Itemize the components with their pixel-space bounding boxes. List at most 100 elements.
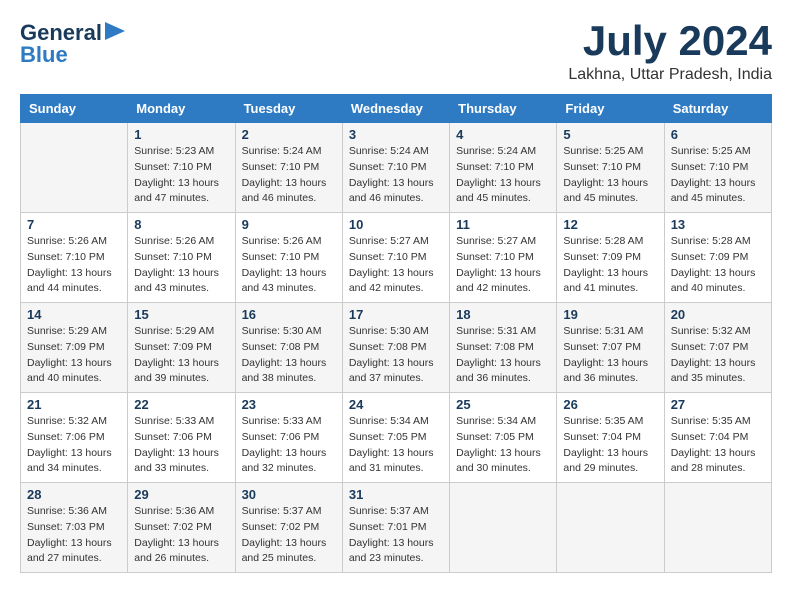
calendar-cell: 10 Sunrise: 5:27 AMSunset: 7:10 PMDayligh… xyxy=(342,213,449,303)
calendar-table: SundayMondayTuesdayWednesdayThursdayFrid… xyxy=(20,94,772,573)
calendar-cell: 7 Sunrise: 5:26 AMSunset: 7:10 PMDaylight… xyxy=(21,213,128,303)
day-info: Sunrise: 5:26 AMSunset: 7:10 PMDaylight:… xyxy=(134,234,228,297)
day-number: 2 xyxy=(242,127,336,142)
day-number: 15 xyxy=(134,307,228,322)
day-number: 3 xyxy=(349,127,443,142)
day-info: Sunrise: 5:24 AMSunset: 7:10 PMDaylight:… xyxy=(242,144,336,207)
day-number: 9 xyxy=(242,217,336,232)
calendar-cell: 21 Sunrise: 5:32 AMSunset: 7:06 PMDayligh… xyxy=(21,393,128,483)
calendar-cell xyxy=(664,483,771,573)
day-number: 6 xyxy=(671,127,765,142)
calendar-cell: 13Sunrise: 5:28 AMSunset: 7:09 PMDayligh… xyxy=(664,213,771,303)
calendar-cell: 22 Sunrise: 5:33 AMSunset: 7:06 PMDayligh… xyxy=(128,393,235,483)
week-row-4: 21 Sunrise: 5:32 AMSunset: 7:06 PMDayligh… xyxy=(21,393,772,483)
week-row-3: 14 Sunrise: 5:29 AMSunset: 7:09 PMDayligh… xyxy=(21,303,772,393)
logo: General Blue xyxy=(20,20,127,67)
day-info: Sunrise: 5:28 AMSunset: 7:09 PMDaylight:… xyxy=(563,234,657,297)
logo-text-blue: Blue xyxy=(20,43,68,67)
day-number: 14 xyxy=(27,307,121,322)
month-title: July 2024 xyxy=(568,20,772,62)
calendar-cell xyxy=(21,123,128,213)
day-info: Sunrise: 5:24 AMSunset: 7:10 PMDaylight:… xyxy=(456,144,550,207)
calendar-cell: 26 Sunrise: 5:35 AMSunset: 7:04 PMDayligh… xyxy=(557,393,664,483)
week-row-2: 7 Sunrise: 5:26 AMSunset: 7:10 PMDaylight… xyxy=(21,213,772,303)
day-info: Sunrise: 5:25 AMSunset: 7:10 PMDaylight:… xyxy=(563,144,657,207)
col-header-wednesday: Wednesday xyxy=(342,95,449,123)
day-number: 21 xyxy=(27,397,121,412)
day-info: Sunrise: 5:31 AMSunset: 7:07 PMDaylight:… xyxy=(563,324,657,387)
calendar-cell: 5 Sunrise: 5:25 AMSunset: 7:10 PMDaylight… xyxy=(557,123,664,213)
day-info: Sunrise: 5:36 AMSunset: 7:02 PMDaylight:… xyxy=(134,504,228,567)
day-number: 23 xyxy=(242,397,336,412)
calendar-cell: 11Sunrise: 5:27 AMSunset: 7:10 PMDayligh… xyxy=(450,213,557,303)
day-info: Sunrise: 5:34 AMSunset: 7:05 PMDaylight:… xyxy=(349,414,443,477)
logo-arrow-icon xyxy=(105,20,127,42)
day-info: Sunrise: 5:27 AMSunset: 7:10 PMDaylight:… xyxy=(349,234,443,297)
day-number: 5 xyxy=(563,127,657,142)
day-info: Sunrise: 5:36 AMSunset: 7:03 PMDaylight:… xyxy=(27,504,121,567)
calendar-cell: 20Sunrise: 5:32 AMSunset: 7:07 PMDayligh… xyxy=(664,303,771,393)
day-number: 27 xyxy=(671,397,765,412)
day-info: Sunrise: 5:35 AMSunset: 7:04 PMDaylight:… xyxy=(563,414,657,477)
col-header-tuesday: Tuesday xyxy=(235,95,342,123)
calendar-cell: 2 Sunrise: 5:24 AMSunset: 7:10 PMDaylight… xyxy=(235,123,342,213)
location-title: Lakhna, Uttar Pradesh, India xyxy=(568,66,772,84)
col-header-saturday: Saturday xyxy=(664,95,771,123)
day-number: 31 xyxy=(349,487,443,502)
calendar-cell: 15 Sunrise: 5:29 AMSunset: 7:09 PMDayligh… xyxy=(128,303,235,393)
calendar-cell: 28 Sunrise: 5:36 AMSunset: 7:03 PMDayligh… xyxy=(21,483,128,573)
day-number: 16 xyxy=(242,307,336,322)
day-number: 25 xyxy=(456,397,550,412)
calendar-cell: 30 Sunrise: 5:37 AMSunset: 7:02 PMDayligh… xyxy=(235,483,342,573)
day-number: 12 xyxy=(563,217,657,232)
calendar-cell: 3 Sunrise: 5:24 AMSunset: 7:10 PMDaylight… xyxy=(342,123,449,213)
day-number: 29 xyxy=(134,487,228,502)
day-info: Sunrise: 5:29 AMSunset: 7:09 PMDaylight:… xyxy=(134,324,228,387)
day-info: Sunrise: 5:26 AMSunset: 7:10 PMDaylight:… xyxy=(27,234,121,297)
calendar-cell: 6 Sunrise: 5:25 AMSunset: 7:10 PMDaylight… xyxy=(664,123,771,213)
day-number: 24 xyxy=(349,397,443,412)
calendar-cell: 4 Sunrise: 5:24 AMSunset: 7:10 PMDaylight… xyxy=(450,123,557,213)
calendar-cell: 31 Sunrise: 5:37 AMSunset: 7:01 PMDayligh… xyxy=(342,483,449,573)
calendar-cell: 16Sunrise: 5:30 AMSunset: 7:08 PMDayligh… xyxy=(235,303,342,393)
day-info: Sunrise: 5:29 AMSunset: 7:09 PMDaylight:… xyxy=(27,324,121,387)
page-header: General Blue July 2024 Lakhna, Uttar Pra… xyxy=(20,20,772,84)
calendar-cell: 12 Sunrise: 5:28 AMSunset: 7:09 PMDayligh… xyxy=(557,213,664,303)
day-info: Sunrise: 5:32 AMSunset: 7:06 PMDaylight:… xyxy=(27,414,121,477)
col-header-friday: Friday xyxy=(557,95,664,123)
day-number: 4 xyxy=(456,127,550,142)
day-info: Sunrise: 5:33 AMSunset: 7:06 PMDaylight:… xyxy=(242,414,336,477)
day-number: 7 xyxy=(27,217,121,232)
calendar-cell: 14 Sunrise: 5:29 AMSunset: 7:09 PMDayligh… xyxy=(21,303,128,393)
day-number: 13 xyxy=(671,217,765,232)
calendar-cell: 29 Sunrise: 5:36 AMSunset: 7:02 PMDayligh… xyxy=(128,483,235,573)
day-number: 10 xyxy=(349,217,443,232)
day-info: Sunrise: 5:26 AMSunset: 7:10 PMDaylight:… xyxy=(242,234,336,297)
day-info: Sunrise: 5:25 AMSunset: 7:10 PMDaylight:… xyxy=(671,144,765,207)
week-row-5: 28 Sunrise: 5:36 AMSunset: 7:03 PMDayligh… xyxy=(21,483,772,573)
day-number: 30 xyxy=(242,487,336,502)
day-info: Sunrise: 5:33 AMSunset: 7:06 PMDaylight:… xyxy=(134,414,228,477)
day-info: Sunrise: 5:35 AMSunset: 7:04 PMDaylight:… xyxy=(671,414,765,477)
calendar-cell: 17Sunrise: 5:30 AMSunset: 7:08 PMDayligh… xyxy=(342,303,449,393)
calendar-cell: 24 Sunrise: 5:34 AMSunset: 7:05 PMDayligh… xyxy=(342,393,449,483)
day-info: Sunrise: 5:37 AMSunset: 7:01 PMDaylight:… xyxy=(349,504,443,567)
day-info: Sunrise: 5:24 AMSunset: 7:10 PMDaylight:… xyxy=(349,144,443,207)
day-number: 28 xyxy=(27,487,121,502)
day-info: Sunrise: 5:31 AMSunset: 7:08 PMDaylight:… xyxy=(456,324,550,387)
week-row-1: 1Sunrise: 5:23 AMSunset: 7:10 PMDaylight… xyxy=(21,123,772,213)
calendar-cell: 8Sunrise: 5:26 AMSunset: 7:10 PMDaylight… xyxy=(128,213,235,303)
calendar-cell: 9 Sunrise: 5:26 AMSunset: 7:10 PMDaylight… xyxy=(235,213,342,303)
calendar-cell: 23 Sunrise: 5:33 AMSunset: 7:06 PMDayligh… xyxy=(235,393,342,483)
calendar-cell: 27 Sunrise: 5:35 AMSunset: 7:04 PMDayligh… xyxy=(664,393,771,483)
col-header-sunday: Sunday xyxy=(21,95,128,123)
day-number: 22 xyxy=(134,397,228,412)
day-info: Sunrise: 5:37 AMSunset: 7:02 PMDaylight:… xyxy=(242,504,336,567)
day-number: 26 xyxy=(563,397,657,412)
day-number: 20 xyxy=(671,307,765,322)
calendar-cell: 1Sunrise: 5:23 AMSunset: 7:10 PMDaylight… xyxy=(128,123,235,213)
calendar-header-row: SundayMondayTuesdayWednesdayThursdayFrid… xyxy=(21,95,772,123)
day-info: Sunrise: 5:34 AMSunset: 7:05 PMDaylight:… xyxy=(456,414,550,477)
day-number: 1 xyxy=(134,127,228,142)
day-number: 18 xyxy=(456,307,550,322)
